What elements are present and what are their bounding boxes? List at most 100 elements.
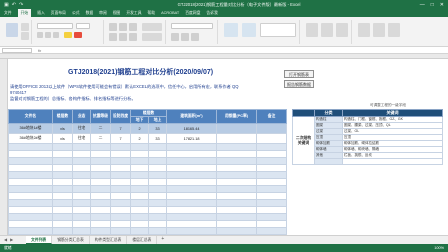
table-row-empty[interactable] [8,143,288,151]
wrap-text-icon[interactable] [142,23,162,31]
cell-ext[interactable]: xls [52,123,73,134]
save-icon[interactable]: ▣ [4,2,9,8]
keyword-row[interactable] [293,158,443,165]
copy-icon[interactable] [21,32,29,40]
cell-intensity[interactable]: 7 [110,133,131,144]
zoom-level[interactable]: 100% [434,246,448,250]
align-center-icon[interactable] [119,33,127,41]
fill-color-icon[interactable] [64,32,72,38]
ribbon-tab-review[interactable]: 审阅 [99,11,107,16]
col-header-aboveground[interactable]: 地上 [147,116,168,124]
table-row-empty[interactable] [8,150,288,158]
table-row[interactable]: 36#地块1#楼 xls 住宅 二 7 2 33 18165.44 [8,123,288,134]
table-row-empty[interactable] [8,213,288,221]
col-header-type[interactable]: 业态 [72,109,91,124]
align-top-icon[interactable] [109,23,117,31]
add-sheet-button[interactable]: + [157,235,168,244]
comma-icon[interactable] [181,33,189,41]
keyword-header-category[interactable]: 分类 [314,109,343,117]
keyword-header-keywords[interactable]: 关键词 [342,109,443,117]
font-name-select[interactable] [37,23,73,29]
sort-filter-icon[interactable] [373,23,385,37]
col-header-intensity[interactable]: 设防烈度 [110,109,131,124]
table-row-empty[interactable] [8,199,288,207]
table-row-empty[interactable] [8,227,288,235]
font-color-icon[interactable] [74,32,82,38]
delete-cells-icon[interactable] [321,23,333,37]
align-left-icon[interactable] [109,33,117,41]
font-size-select[interactable] [76,23,90,29]
keyword-value[interactable] [342,158,443,165]
col-header-file[interactable]: 文件名 [8,109,53,124]
sheet-tab-rebar-summary[interactable]: 钢筋分类汇总表 [52,236,90,244]
worksheet-grid[interactable]: GTJ2018(2021)钢筋工程对比分析(2020/09/07) 请使用OFF… [8,59,448,235]
format-table-icon[interactable] [242,23,256,37]
table-row-empty[interactable] [8,206,288,214]
cell-ext[interactable]: xls [52,133,73,144]
ribbon-tab-file[interactable]: 文件 [4,11,12,16]
ribbon-tab-baidu[interactable]: 百度网盘 [185,11,200,16]
cell-intensity[interactable]: 7 [110,123,131,134]
cell-rate[interactable] [216,123,258,134]
cell-remark[interactable] [256,123,288,134]
cell-remark[interactable] [256,133,288,144]
next-sheet-icon[interactable]: ▶ [10,237,13,242]
ribbon-tab-home[interactable]: 开始 [17,9,32,17]
paste-icon[interactable] [6,23,18,37]
percent-icon[interactable] [171,33,179,41]
table-row-empty[interactable] [8,178,288,186]
cell-styles-gallery[interactable] [260,23,296,37]
cell-aboveground[interactable]: 33 [147,123,168,134]
cell-file[interactable]: 36#地块1#楼 [8,123,53,134]
cell-type[interactable]: 住宅 [72,133,91,144]
format-cells-icon[interactable] [336,23,348,37]
col-header-ext[interactable]: 楼层数 [52,109,73,124]
open-rebar-table-button[interactable]: 打开钢筋表 [284,70,314,78]
ribbon-tab-data[interactable]: 数据 [86,11,94,16]
cell-aboveground[interactable]: 33 [147,133,168,144]
ribbon-tab-acrobat[interactable]: ACROBAT [161,11,179,15]
undo-icon[interactable]: ↶ [12,2,16,8]
bold-icon[interactable] [37,32,43,38]
cell-grade[interactable]: 二 [90,123,111,134]
ribbon-tab-page-layout[interactable]: 页面布局 [51,11,66,16]
cell-area[interactable]: 17821.18 [166,133,218,144]
ribbon-tab-help[interactable]: 帮助 [148,11,156,16]
merge-center-icon[interactable] [142,33,162,41]
col-header-grade[interactable]: 抗震等级 [90,109,111,124]
cell-grade[interactable]: 二 [90,133,111,144]
redo-icon[interactable]: ↷ [19,2,23,8]
cell-file[interactable]: 36#地块2#楼 [8,133,53,144]
ribbon-tab-view[interactable]: 视图 [113,11,121,16]
keyword-category[interactable] [314,158,343,165]
col-header-floors[interactable]: 楼层数 [129,109,168,117]
table-row-empty[interactable] [8,164,288,172]
conditional-format-icon[interactable] [224,23,238,37]
table-row-empty[interactable] [8,157,288,165]
col-header-underground[interactable]: 地下 [130,116,149,124]
cut-icon[interactable] [21,23,29,31]
sheet-tab-floor-summary[interactable]: 楼层汇总表 [127,236,158,244]
cell-area[interactable]: 18165.44 [166,123,218,134]
cell-type[interactable]: 住宅 [72,123,91,134]
sheet-tab-component-summary[interactable]: 构件类型汇总表 [90,236,128,244]
maximize-button[interactable]: □ [431,2,434,8]
align-middle-icon[interactable] [119,23,127,31]
report-rebar-data-button[interactable]: 报告钢筋数据 [284,80,314,88]
table-row-empty[interactable] [8,171,288,179]
autosum-icon[interactable] [358,23,370,37]
fx-icon[interactable]: fx [38,48,41,53]
number-format-select[interactable] [171,23,213,29]
col-header-rate[interactable]: 用钢量(PC率) [216,109,258,124]
col-header-area[interactable]: 建筑面积(m²) [166,109,218,124]
ribbon-tab-insert[interactable]: 插入 [37,11,45,16]
table-row-empty[interactable] [8,192,288,200]
increase-decimal-icon[interactable] [191,33,199,41]
table-row-empty[interactable] [8,185,288,193]
prev-sheet-icon[interactable]: ◀ [4,237,7,242]
close-button[interactable]: ✕ [440,2,444,8]
cell-underground[interactable]: 2 [130,133,149,144]
name-box[interactable] [2,47,32,53]
ribbon-tab-formulas[interactable]: 公式 [72,11,80,16]
insert-cells-icon[interactable] [306,23,318,37]
